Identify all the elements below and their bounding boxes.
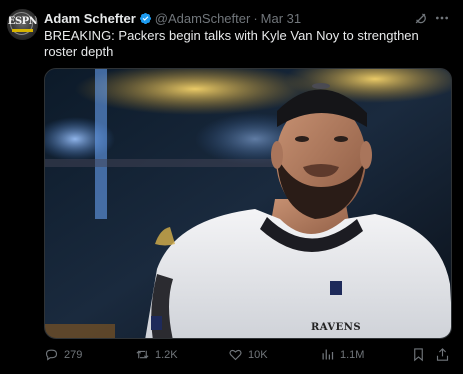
more-icon[interactable] — [434, 10, 450, 26]
author-handle[interactable]: @AdamSchefter — [155, 11, 251, 26]
repost-icon — [136, 350, 149, 359]
jersey-wordmark: RAVENS — [311, 322, 362, 333]
verified-badge-icon — [139, 12, 151, 25]
action-bar: 279 1.2K 10K 1.1M — [44, 343, 454, 369]
grok-icon[interactable] — [413, 11, 428, 26]
like-icon — [229, 349, 242, 361]
reply-icon — [45, 349, 58, 361]
avatar-strip — [12, 29, 33, 32]
tweet-date[interactable]: Mar 31 — [261, 11, 301, 26]
author-name[interactable]: Adam Schefter — [44, 11, 136, 26]
bookmark-button[interactable] — [411, 347, 431, 362]
player-photo-illustration — [45, 69, 451, 338]
like-button[interactable]: 10K — [228, 347, 268, 362]
tweet-card[interactable]: ESPN Adam Schefter @AdamSchefter · Mar 3… — [0, 0, 463, 374]
share-button[interactable] — [435, 347, 455, 362]
repost-count: 1.2K — [155, 348, 178, 361]
avatar-logo-text: ESPN — [7, 16, 38, 27]
reply-count: 279 — [64, 348, 83, 361]
bookmark-icon — [414, 348, 423, 362]
separator-dot: · — [253, 11, 258, 26]
tweet-media-photo[interactable]: RAVENS — [44, 68, 452, 339]
reply-button[interactable]: 279 — [44, 347, 82, 362]
tweet-text: BREAKING: Packers begin talks with Kyle … — [44, 28, 419, 59]
views-count: 1.1M — [340, 348, 365, 361]
views-button[interactable]: 1.1M — [320, 347, 364, 362]
share-icon — [436, 348, 449, 361]
like-count: 10K — [248, 348, 268, 361]
repost-button[interactable]: 1.2K — [135, 347, 178, 362]
views-icon — [322, 349, 334, 360]
avatar[interactable]: ESPN — [7, 9, 38, 40]
tweet-header: Adam Schefter @AdamSchefter · Mar 31 — [44, 10, 301, 27]
